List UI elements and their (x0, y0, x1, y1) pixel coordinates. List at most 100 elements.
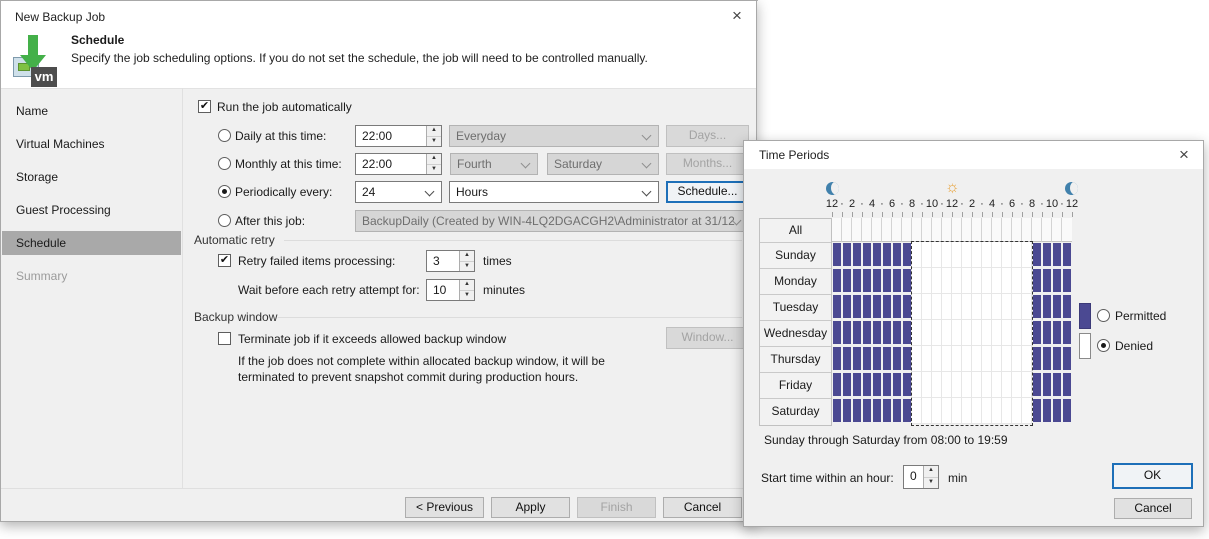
tp-cancel-button[interactable]: Cancel (1114, 498, 1192, 519)
schedule-cell[interactable] (872, 268, 882, 294)
schedule-cell[interactable] (922, 294, 932, 320)
schedule-cell[interactable] (982, 372, 992, 398)
schedule-cell[interactable] (982, 294, 992, 320)
schedule-cell[interactable] (1002, 346, 1012, 372)
schedule-cell[interactable] (942, 294, 952, 320)
schedule-cell[interactable] (992, 346, 1002, 372)
grid-row-label-tuesday[interactable]: Tuesday (760, 295, 831, 321)
after-job-radio[interactable] (218, 214, 231, 227)
schedule-cell[interactable] (1012, 398, 1022, 424)
schedule-cell[interactable] (902, 346, 912, 372)
schedule-cell[interactable] (932, 398, 942, 424)
schedule-cell[interactable] (1002, 372, 1012, 398)
schedule-cell[interactable] (982, 320, 992, 346)
schedule-cell[interactable] (852, 268, 862, 294)
schedule-cell[interactable] (1052, 398, 1062, 424)
schedule-cell[interactable] (872, 242, 882, 268)
retry-failed-checkbox[interactable]: ✔ (218, 254, 231, 267)
schedule-cell[interactable] (992, 320, 1002, 346)
schedule-cell[interactable] (932, 242, 942, 268)
grid-row-label-wednesday[interactable]: Wednesday (760, 321, 831, 347)
sidebar-item-storage[interactable]: Storage (2, 165, 181, 189)
schedule-cell[interactable] (1062, 346, 1072, 372)
grid-row-label-sunday[interactable]: Sunday (760, 243, 831, 269)
schedule-cell[interactable] (972, 320, 982, 346)
schedule-cell[interactable] (1002, 398, 1012, 424)
schedule-cell[interactable] (922, 346, 932, 372)
schedule-cell[interactable] (902, 320, 912, 346)
schedule-cell-all[interactable] (1022, 218, 1032, 242)
schedule-cell[interactable] (972, 346, 982, 372)
schedule-cell[interactable] (842, 346, 852, 372)
schedule-cell[interactable] (1062, 398, 1072, 424)
schedule-cell[interactable] (842, 242, 852, 268)
schedule-cell[interactable] (902, 294, 912, 320)
schedule-cell[interactable] (1052, 372, 1062, 398)
schedule-cell-all[interactable] (1062, 218, 1072, 242)
schedule-cell[interactable] (872, 398, 882, 424)
schedule-cell-all[interactable] (952, 218, 962, 242)
schedule-cell[interactable] (892, 398, 902, 424)
schedule-cell[interactable] (1032, 398, 1042, 424)
schedule-cell[interactable] (1042, 268, 1052, 294)
schedule-cell[interactable] (842, 268, 852, 294)
schedule-cell[interactable] (872, 346, 882, 372)
schedule-cell[interactable] (832, 242, 842, 268)
schedule-cell[interactable] (932, 294, 942, 320)
start-time-spinner[interactable]: ▲▼ (923, 466, 938, 488)
schedule-cell-all[interactable] (912, 218, 922, 242)
sidebar-item-summary[interactable]: Summary (2, 264, 181, 288)
schedule-cell[interactable] (1042, 242, 1052, 268)
schedule-cell[interactable] (1012, 268, 1022, 294)
schedule-cell[interactable] (1042, 320, 1052, 346)
schedule-cell[interactable] (992, 372, 1002, 398)
schedule-cell[interactable] (1022, 294, 1032, 320)
schedule-cell[interactable] (982, 346, 992, 372)
apply-button[interactable]: Apply (491, 497, 570, 518)
schedule-cell-all[interactable] (982, 218, 992, 242)
schedule-cell[interactable] (1022, 398, 1032, 424)
schedule-cell-all[interactable] (872, 218, 882, 242)
schedule-cell[interactable] (952, 346, 962, 372)
schedule-cell[interactable] (892, 346, 902, 372)
schedule-cell[interactable] (892, 268, 902, 294)
schedule-cell[interactable] (952, 372, 962, 398)
schedule-cell[interactable] (952, 294, 962, 320)
schedule-cell[interactable] (952, 398, 962, 424)
schedule-cell[interactable] (872, 320, 882, 346)
wait-minutes-input[interactable]: 10 ▲▼ (426, 279, 475, 301)
schedule-cell[interactable] (882, 346, 892, 372)
retry-count-input[interactable]: 3 ▲▼ (426, 250, 475, 272)
schedule-cell[interactable] (1052, 268, 1062, 294)
cancel-button[interactable]: Cancel (663, 497, 742, 518)
schedule-cell[interactable] (1062, 242, 1072, 268)
schedule-cell[interactable] (1042, 346, 1052, 372)
schedule-cell[interactable] (872, 372, 882, 398)
schedule-cell[interactable] (972, 294, 982, 320)
schedule-cell[interactable] (882, 242, 892, 268)
grid-row-label-monday[interactable]: Monday (760, 269, 831, 295)
schedule-cell[interactable] (892, 372, 902, 398)
schedule-cell[interactable] (1022, 372, 1032, 398)
schedule-cell-all[interactable] (902, 218, 912, 242)
schedule-cell[interactable] (1032, 242, 1042, 268)
schedule-cell[interactable] (1042, 372, 1052, 398)
schedule-cell[interactable] (962, 320, 972, 346)
schedule-cell[interactable] (1032, 320, 1042, 346)
schedule-cell[interactable] (1052, 294, 1062, 320)
daily-time-spinner[interactable]: ▲▼ (426, 126, 441, 146)
schedule-cell[interactable] (1052, 242, 1062, 268)
schedule-cell[interactable] (982, 242, 992, 268)
monthly-radio[interactable] (218, 157, 231, 170)
schedule-cell[interactable] (1022, 346, 1032, 372)
schedule-cell[interactable] (832, 372, 842, 398)
schedule-cell[interactable] (1062, 372, 1072, 398)
schedule-cell[interactable] (902, 398, 912, 424)
schedule-cell[interactable] (982, 268, 992, 294)
schedule-cell[interactable] (882, 294, 892, 320)
previous-button[interactable]: < Previous (405, 497, 484, 518)
schedule-cell[interactable] (882, 320, 892, 346)
schedule-cell[interactable] (1032, 346, 1042, 372)
schedule-cell-all[interactable] (1002, 218, 1012, 242)
schedule-cell[interactable] (942, 372, 952, 398)
